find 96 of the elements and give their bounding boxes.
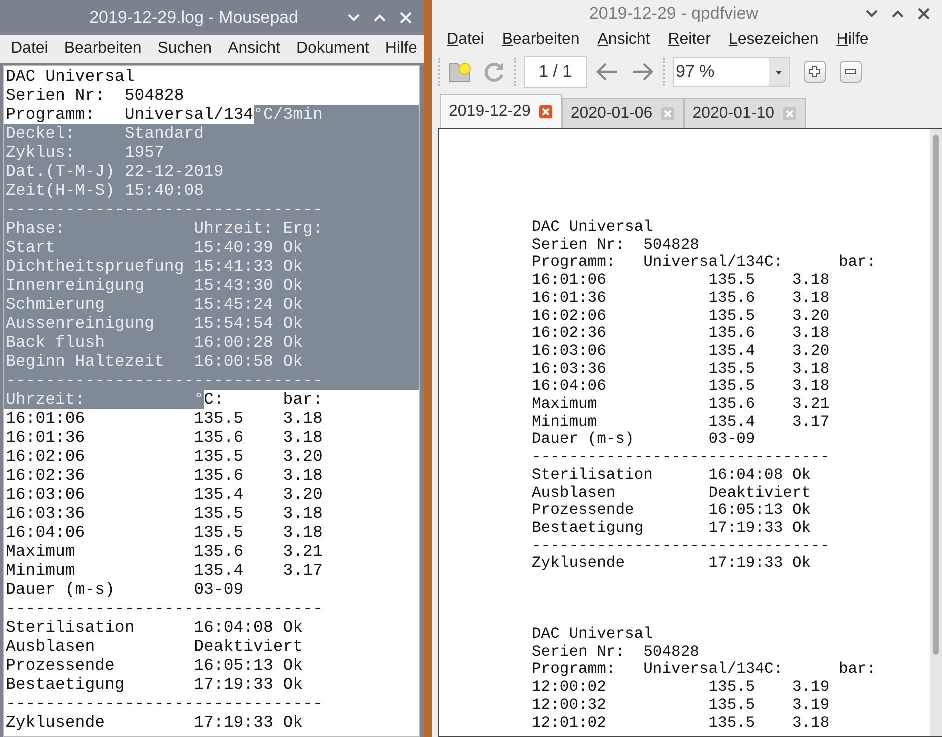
text-line: -------------------------------- (532, 538, 830, 556)
zoom-out-button[interactable] (840, 61, 862, 83)
text-line: 16:01:36 135.6 3.18 (5, 428, 324, 447)
text-line: 16:02:06 135.5 3.20 (5, 447, 324, 466)
text-line: Maximum 135.6 3.21 (5, 542, 324, 561)
selected-text: Zyklus: 1957 (4, 143, 419, 162)
text-line: -------------------------------- (532, 449, 830, 467)
close-icon[interactable] (538, 104, 553, 118)
text-line: Minimum 135.4 3.17 (5, 561, 324, 580)
text-editor[interactable] (3, 65, 420, 737)
text-line: Programm: Universal/134C: bar: (532, 254, 876, 272)
selected-text: Beginn Haltezeit 16:00:58 Ok (4, 352, 419, 371)
selected-text: Deckel: Standard (4, 124, 419, 143)
selected-text: Innenreinigung 15:43:30 Ok (4, 276, 419, 295)
menu-item[interactable]: Ansicht (588, 28, 660, 52)
close-icon[interactable] (918, 8, 930, 20)
window-title: 2019-12-29 - qpdfview (588, 3, 760, 26)
menu-item[interactable]: Bearbeiten (56, 37, 150, 61)
menu-item[interactable]: Reiter (659, 28, 720, 52)
menu-item[interactable]: Lesezeichen (720, 28, 828, 52)
forward-arrow-icon[interactable] (631, 62, 655, 82)
tab[interactable]: 2019-12-29 (440, 94, 562, 128)
window-title: 2019-12-29.log - Mousepad (88, 6, 300, 29)
text-line: Bestaetigung 17:19:33 Ok (5, 675, 304, 694)
text-line: Serien Nr: 504828 (5, 86, 186, 105)
maximize-icon[interactable] (892, 10, 904, 18)
text-line: 12:00:02 135.5 3.19 (532, 679, 830, 697)
text-line: DAC Universal (532, 219, 653, 237)
text-line: Minimum 135.4 3.17 (532, 414, 830, 432)
text-line: Ausblasen Deaktiviert (5, 637, 304, 656)
menu-item[interactable]: Suchen (150, 37, 220, 61)
text-line: -------------------------------- (5, 599, 324, 618)
text-line: Bestaetigung 17:19:33 Ok (532, 520, 812, 538)
selected-text: -------------------------------- (4, 371, 419, 390)
text-line: Prozessende 16:05:13 Ok (5, 656, 304, 675)
text-line: 16:03:06 135.4 3.20 (532, 342, 830, 361)
selected-text: Back flush 16:00:28 Ok (4, 333, 419, 352)
tab[interactable]: 2020-01-06 (562, 98, 684, 128)
text-line: 16:03:36 135.5 3.18 (5, 504, 324, 523)
page-number-field[interactable]: 1 / 1 (524, 56, 587, 88)
text-line: DAC Universal (5, 67, 136, 86)
scrollbar[interactable] (930, 129, 942, 736)
text-line: Serien Nr: 504828 (532, 644, 700, 662)
selected-text: Phase: Uhrzeit: Erg: (4, 219, 419, 238)
reload-icon[interactable] (482, 60, 506, 84)
text-line: Maximum 135.6 3.21 (532, 396, 830, 414)
text-line: Programm: Universal/134C: bar: (532, 661, 876, 680)
menu-item[interactable]: Datei (438, 28, 494, 52)
text-line: Serien Nr: 504828 (532, 236, 700, 254)
menu-item[interactable]: Hilfe (377, 37, 426, 61)
text-line: Sterilisation 16:04:08 Ok (532, 466, 812, 485)
menu-item[interactable]: Dokument (288, 37, 378, 61)
text-line: 12:00:32 135.5 3.19 (532, 696, 830, 715)
selected-text: Uhrzeit: ° (4, 390, 204, 409)
selected-text: Zeit(H-M-S) 15:40:08 (4, 181, 419, 200)
selected-text: Aussenreinigung 15:54:54 Ok (4, 314, 419, 333)
tab[interactable]: 2020-01-10 (684, 98, 806, 128)
text-line: 16:04:06 135.5 3.18 (5, 523, 324, 542)
open-file-icon[interactable] (448, 60, 474, 84)
text-line: -------------------------------- (5, 694, 324, 713)
menu-item[interactable]: Bearbeiten (493, 28, 589, 52)
text-line: C: bar: (204, 390, 324, 409)
selected-text: Dat.(T-M-J) 22-12-2019 (4, 162, 419, 181)
menu-item[interactable]: Hilfe (828, 28, 878, 52)
text-line: 12:01:02 135.5 3.18 (532, 714, 830, 732)
text-line: Ausblasen Deaktiviert (532, 484, 812, 502)
menu-item[interactable]: Datei (3, 37, 56, 61)
text-line: 16:03:06 135.4 3.20 (5, 485, 324, 504)
text-line: Zyklusende 17:19:33 Ok (532, 555, 812, 574)
selected-text: -------------------------------- (4, 200, 419, 219)
selected-text: Start 15:40:39 Ok (4, 238, 419, 257)
back-arrow-icon[interactable] (595, 62, 619, 82)
text-line: 16:02:36 135.6 3.18 (532, 325, 830, 343)
minimize-icon[interactable] (866, 10, 878, 18)
text-line: Dauer (m-s) 03-09 (5, 580, 245, 599)
text-line: DAC Universal (532, 626, 653, 644)
text-line: 16:02:06 135.5 3.20 (532, 308, 830, 326)
text-line: 16:01:36 135.6 3.18 (532, 290, 830, 308)
caret-icon[interactable] (769, 58, 789, 86)
text-line: Prozessende 16:05:13 Ok (532, 502, 812, 520)
text-line: 16:03:36 135.5 3.18 (532, 360, 830, 378)
text-line: Dauer (m-s) 03-09 (532, 431, 756, 450)
text-line: 16:01:06 135.5 3.18 (5, 409, 324, 428)
text-line: 16:04:06 135.5 3.18 (532, 378, 830, 396)
text-line: Zyklusende 17:19:33 Ok (5, 713, 304, 732)
plus-icon (809, 66, 821, 78)
text-line: 16:01:06 135.5 3.18 (532, 272, 830, 290)
text-line: 16:02:36 135.6 3.18 (5, 466, 324, 485)
selected-text: °C/3min (254, 105, 419, 124)
selected-text: Schmierung 15:45:24 Ok (4, 295, 419, 314)
zoom-in-button[interactable] (804, 61, 826, 83)
text-line: Programm: Universal/134 (5, 105, 254, 124)
zoom-field[interactable]: 97 % (673, 57, 790, 87)
selected-text: Dichtheitspruefung 15:41:33 Ok (4, 257, 419, 276)
menu-item[interactable]: Ansicht (220, 37, 288, 61)
text-line: Sterilisation 16:04:08 Ok (5, 618, 304, 637)
